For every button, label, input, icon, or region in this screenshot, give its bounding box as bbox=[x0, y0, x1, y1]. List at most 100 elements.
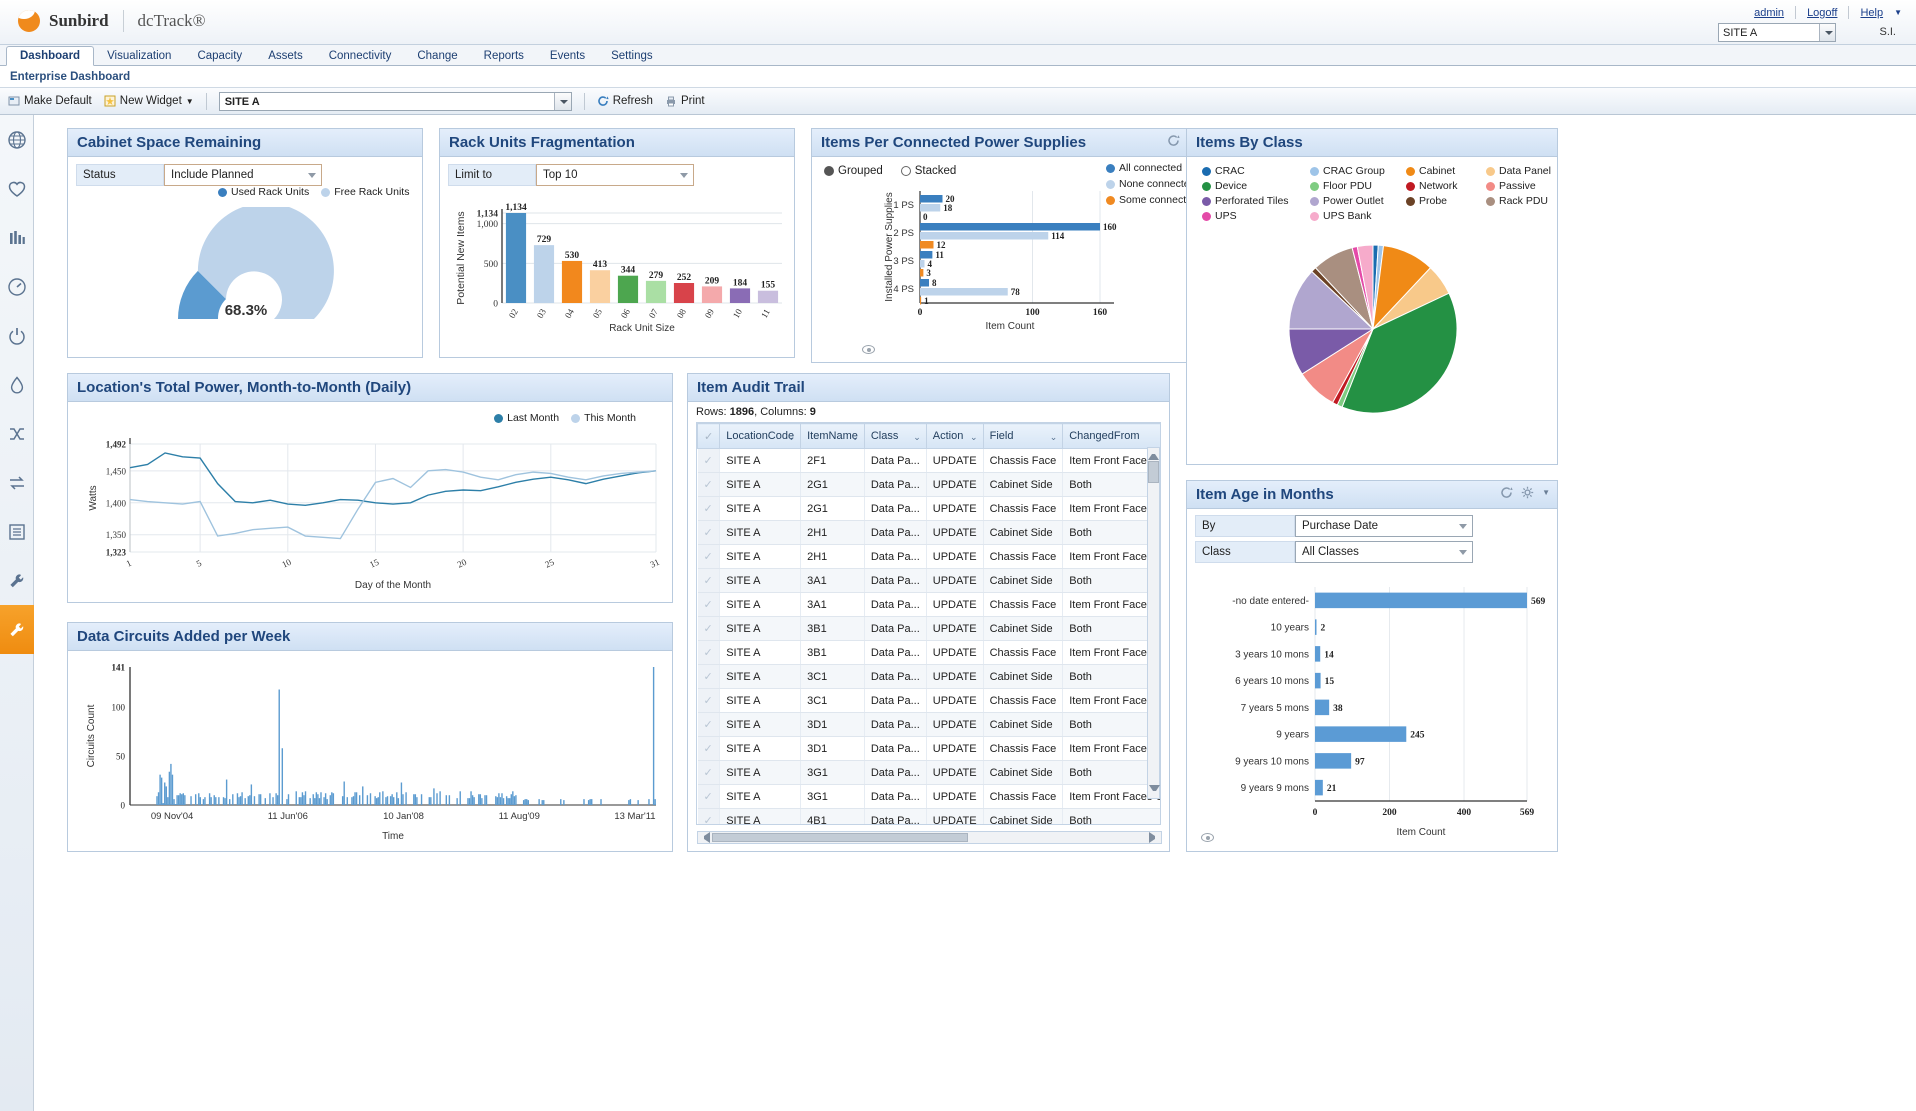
rail-item-gauge[interactable] bbox=[0, 262, 34, 311]
row-select-cell[interactable]: ✓ bbox=[698, 593, 720, 617]
table-row[interactable]: ✓SITE A3C1Data Pa...UPDATECabinet SideBo… bbox=[698, 665, 1162, 689]
psu-legend-item[interactable]: All connected bbox=[1106, 162, 1198, 174]
table-row[interactable]: ✓SITE A3D1Data Pa...UPDATEChassis FaceIt… bbox=[698, 737, 1162, 761]
row-select-cell[interactable]: ✓ bbox=[698, 761, 720, 785]
vertical-scrollbar[interactable] bbox=[1147, 447, 1160, 799]
select-all-column[interactable]: ✓ bbox=[698, 424, 720, 449]
refresh-icon[interactable] bbox=[1167, 134, 1180, 147]
row-select-cell[interactable]: ✓ bbox=[698, 785, 720, 809]
chevron-down-icon[interactable]: ⌄ bbox=[851, 432, 859, 443]
row-select-cell[interactable]: ✓ bbox=[698, 473, 720, 497]
tab-assets[interactable]: Assets bbox=[255, 47, 316, 65]
print-button[interactable]: Print bbox=[665, 95, 705, 107]
row-select-cell[interactable]: ✓ bbox=[698, 641, 720, 665]
scrollbar-thumb[interactable] bbox=[1148, 461, 1159, 483]
refresh-icon[interactable] bbox=[1500, 486, 1513, 499]
table-row[interactable]: ✓SITE A2G1Data Pa...UPDATEChassis FaceIt… bbox=[698, 497, 1162, 521]
tab-reports[interactable]: Reports bbox=[471, 47, 537, 65]
scroll-down-icon[interactable] bbox=[1149, 785, 1160, 796]
new-widget-button[interactable]: New Widget ▼ bbox=[104, 95, 194, 107]
row-select-cell[interactable]: ✓ bbox=[698, 665, 720, 689]
scroll-left-icon[interactable] bbox=[699, 832, 710, 843]
chevron-down-icon[interactable]: ▼ bbox=[186, 97, 194, 106]
status-select[interactable]: Include Planned bbox=[164, 164, 322, 186]
chevron-down-icon[interactable]: ▼ bbox=[1542, 488, 1550, 497]
class-legend-item[interactable]: Network bbox=[1406, 180, 1474, 192]
class-legend-item[interactable]: Probe bbox=[1406, 195, 1474, 207]
chevron-down-icon[interactable] bbox=[308, 173, 316, 178]
table-row[interactable]: ✓SITE A3B1Data Pa...UPDATEChassis FaceIt… bbox=[698, 641, 1162, 665]
radio-stacked[interactable]: Stacked bbox=[901, 165, 957, 177]
class-legend-item[interactable]: Perforated Tiles bbox=[1202, 195, 1298, 207]
class-legend-item[interactable]: UPS Bank bbox=[1310, 210, 1394, 222]
table-row[interactable]: ✓SITE A3A1Data Pa...UPDATECabinet SideBo… bbox=[698, 569, 1162, 593]
column-header-changedfrom[interactable]: ChangedFrom⌄ bbox=[1063, 424, 1161, 449]
class-legend-item[interactable]: Device bbox=[1202, 180, 1298, 192]
cabinet-legend-item[interactable]: Free Rack Units bbox=[321, 186, 409, 198]
tab-connectivity[interactable]: Connectivity bbox=[316, 47, 405, 65]
class-legend-item[interactable]: UPS bbox=[1202, 210, 1298, 222]
chevron-down-icon[interactable]: ⌄ bbox=[970, 432, 978, 443]
eye-icon[interactable] bbox=[1201, 833, 1214, 842]
chevron-down-icon[interactable]: ⌄ bbox=[1050, 432, 1058, 443]
row-select-cell[interactable]: ✓ bbox=[698, 617, 720, 641]
power-legend-item[interactable]: Last Month bbox=[494, 412, 559, 424]
chevron-down-icon[interactable]: ⌄ bbox=[788, 432, 796, 443]
scrollbar-thumb[interactable] bbox=[712, 833, 968, 842]
chevron-down-icon[interactable] bbox=[554, 93, 571, 110]
power-legend-item[interactable]: This Month bbox=[571, 412, 636, 424]
radio-grouped[interactable]: Grouped bbox=[824, 165, 883, 177]
audit-table-container[interactable]: ✓LocationCode⌄ItemName⌄Class⌄Action⌄Fiel… bbox=[696, 422, 1161, 825]
rail-item-power[interactable] bbox=[0, 311, 34, 360]
row-select-cell[interactable]: ✓ bbox=[698, 449, 720, 473]
class-legend-item[interactable]: Rack PDU bbox=[1486, 195, 1560, 207]
row-select-cell[interactable]: ✓ bbox=[698, 737, 720, 761]
rail-item-tools-selected[interactable] bbox=[0, 605, 34, 654]
limit-select[interactable]: Top 10 bbox=[536, 164, 694, 186]
tab-change[interactable]: Change bbox=[404, 47, 470, 65]
scroll-up-icon[interactable] bbox=[1148, 449, 1159, 460]
by-select[interactable]: Purchase Date bbox=[1295, 515, 1473, 537]
dashboard-select[interactable]: SITE A bbox=[219, 92, 572, 111]
gear-icon[interactable] bbox=[1521, 486, 1534, 499]
chevron-down-icon[interactable]: ▼ bbox=[1894, 8, 1902, 17]
site-select[interactable]: SITE A bbox=[1718, 23, 1836, 42]
table-row[interactable]: ✓SITE A3C1Data Pa...UPDATEChassis FaceIt… bbox=[698, 689, 1162, 713]
tab-visualization[interactable]: Visualization bbox=[94, 47, 184, 65]
rail-item-globe[interactable] bbox=[0, 115, 34, 164]
class-legend-item[interactable]: Data Panel bbox=[1486, 165, 1560, 177]
scroll-right-icon[interactable] bbox=[1149, 832, 1160, 843]
class-legend-item[interactable]: CRAC bbox=[1202, 165, 1298, 177]
table-row[interactable]: ✓SITE A3D1Data Pa...UPDATECabinet SideBo… bbox=[698, 713, 1162, 737]
table-row[interactable]: ✓SITE A2H1Data Pa...UPDATEChassis FaceIt… bbox=[698, 545, 1162, 569]
tab-settings[interactable]: Settings bbox=[598, 47, 666, 65]
rail-item-list[interactable] bbox=[0, 507, 34, 556]
class-legend-item[interactable]: Passive bbox=[1486, 180, 1560, 192]
table-row[interactable]: ✓SITE A2G1Data Pa...UPDATECabinet SideBo… bbox=[698, 473, 1162, 497]
column-header-action[interactable]: Action⌄ bbox=[926, 424, 983, 449]
class-legend-item[interactable]: Floor PDU bbox=[1310, 180, 1394, 192]
column-header-locationcode[interactable]: LocationCode⌄ bbox=[720, 424, 801, 449]
table-row[interactable]: ✓SITE A4B1Data Pa...UPDATECabinet SideBo… bbox=[698, 809, 1162, 826]
row-select-cell[interactable]: ✓ bbox=[698, 497, 720, 521]
tab-dashboard[interactable]: Dashboard bbox=[6, 46, 94, 66]
eye-icon[interactable] bbox=[862, 345, 875, 354]
row-select-cell[interactable]: ✓ bbox=[698, 569, 720, 593]
horizontal-scrollbar[interactable] bbox=[697, 831, 1162, 844]
table-row[interactable]: ✓SITE A2F1Data Pa...UPDATEChassis FaceIt… bbox=[698, 449, 1162, 473]
chevron-down-icon[interactable]: ⌄ bbox=[913, 432, 921, 443]
logoff-link[interactable]: Logoff bbox=[1807, 7, 1837, 19]
rail-item-change[interactable] bbox=[0, 458, 34, 507]
rail-item-reports[interactable] bbox=[0, 213, 34, 262]
class-legend-item[interactable]: Power Outlet bbox=[1310, 195, 1394, 207]
row-select-cell[interactable]: ✓ bbox=[698, 689, 720, 713]
make-default-button[interactable]: Make Default bbox=[8, 95, 92, 107]
chevron-down-icon[interactable] bbox=[1459, 550, 1467, 555]
column-header-class[interactable]: Class⌄ bbox=[864, 424, 926, 449]
table-row[interactable]: ✓SITE A3G1Data Pa...UPDATEChassis FaceIt… bbox=[698, 785, 1162, 809]
table-row[interactable]: ✓SITE A3B1Data Pa...UPDATECabinet SideBo… bbox=[698, 617, 1162, 641]
rail-item-settings[interactable] bbox=[0, 556, 34, 605]
chevron-down-icon[interactable] bbox=[1819, 24, 1835, 41]
rail-item-cooling[interactable] bbox=[0, 360, 34, 409]
chevron-down-icon[interactable] bbox=[1459, 524, 1467, 529]
